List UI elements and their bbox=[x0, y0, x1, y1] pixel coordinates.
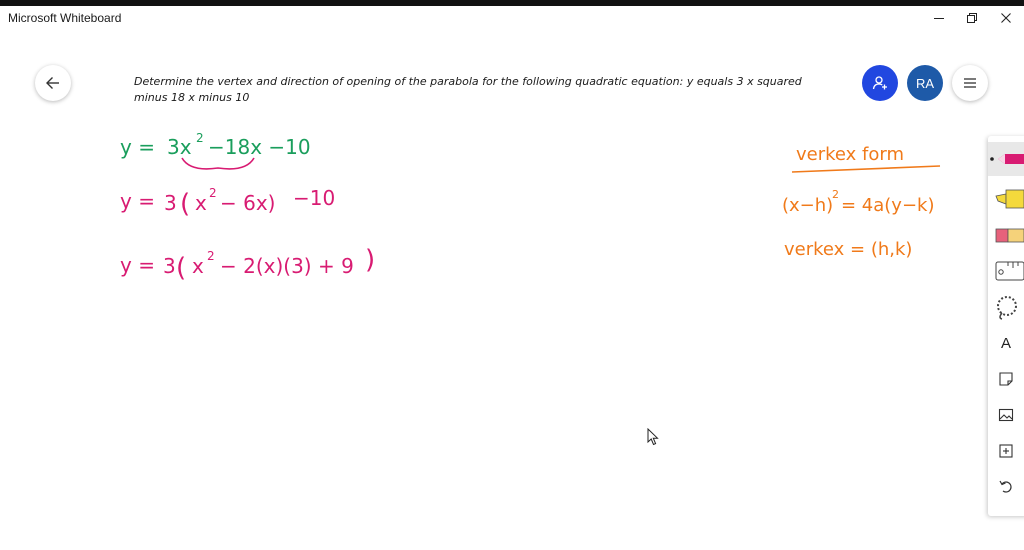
question-text: Determine the vertex and direction of op… bbox=[134, 75, 802, 104]
ink-pink2-close: ) bbox=[365, 245, 375, 275]
text-icon: A bbox=[1000, 334, 1011, 352]
text-tool[interactable]: A bbox=[988, 326, 1024, 360]
arrow-left-icon bbox=[46, 77, 59, 89]
ink-green-coef: 3x bbox=[167, 135, 192, 159]
back-button[interactable] bbox=[35, 65, 71, 101]
ink-pink1-tail: −10 bbox=[293, 186, 335, 210]
ink-pink2-open: ( bbox=[176, 253, 186, 283]
person-add-icon bbox=[872, 76, 887, 90]
ruler-tool[interactable] bbox=[988, 254, 1024, 288]
ink-underbrace bbox=[181, 157, 255, 170]
ink-pink2-rest: − 2(x)(3) + 9 bbox=[220, 254, 354, 278]
ink-orange-vertex: verkex = (h,k) bbox=[784, 239, 912, 260]
ink-pink2-base: x bbox=[192, 254, 204, 278]
ink-pink1-lhs: y = bbox=[120, 189, 155, 213]
ink-green-lhs: y = bbox=[120, 135, 155, 159]
undo-button[interactable] bbox=[988, 470, 1024, 504]
pen-tool[interactable] bbox=[988, 142, 1024, 176]
restore-button[interactable] bbox=[955, 6, 989, 30]
ink-pink1-coef: 3 bbox=[164, 191, 177, 215]
ink-orange-title: verkex form bbox=[796, 144, 904, 165]
title-bar: Microsoft Whiteboard bbox=[0, 6, 1024, 30]
app-title: Microsoft Whiteboard bbox=[8, 11, 122, 25]
highlighter-tool[interactable] bbox=[988, 182, 1024, 216]
ink-orange-formula-rest: = 4a(y−k) bbox=[841, 195, 935, 216]
whiteboard-canvas[interactable]: Determine the vertex and direction of op… bbox=[0, 30, 1024, 550]
ink-pink1-open: ( bbox=[180, 189, 190, 219]
menu-button[interactable] bbox=[952, 65, 988, 101]
ink-green-exponent: 2 bbox=[196, 131, 204, 145]
ink-orange-formula-base: (x−h) bbox=[782, 195, 833, 216]
add-icon bbox=[999, 444, 1013, 458]
ink-green-rest: −18x −10 bbox=[208, 135, 311, 159]
image-icon bbox=[998, 408, 1014, 422]
ink-orange-formula-exponent: 2 bbox=[832, 188, 839, 201]
ink-toolbar: A bbox=[988, 136, 1024, 516]
ink-layer: y = 3x 2 −18x −10 y = 3 ( x 2 − 6x) −10 … bbox=[120, 131, 941, 283]
add-tool[interactable] bbox=[988, 434, 1024, 468]
ink-pink2-coef: 3 bbox=[163, 254, 176, 278]
ink-pink2-exponent: 2 bbox=[207, 249, 215, 263]
ink-pink1-exponent: 2 bbox=[209, 186, 217, 200]
image-tool[interactable] bbox=[988, 398, 1024, 432]
highlighter-icon bbox=[995, 189, 1024, 209]
ink-pink2-lhs: y = bbox=[120, 253, 155, 277]
mouse-cursor-icon bbox=[647, 427, 659, 451]
ink-pink1-base: x bbox=[195, 191, 207, 215]
undo-icon bbox=[999, 480, 1012, 493]
close-icon bbox=[1001, 13, 1011, 23]
eraser-icon bbox=[995, 228, 1024, 243]
lasso-tool[interactable] bbox=[988, 290, 1024, 324]
minimize-button[interactable] bbox=[922, 6, 956, 30]
sticky-note-icon bbox=[999, 372, 1013, 386]
eraser-tool[interactable] bbox=[988, 218, 1024, 252]
invite-button[interactable] bbox=[862, 65, 898, 101]
lasso-icon bbox=[997, 296, 1017, 320]
restore-icon bbox=[967, 13, 977, 23]
pen-icon bbox=[990, 154, 1024, 164]
user-avatar[interactable]: RA bbox=[907, 65, 943, 101]
ink-pink1-rest: − 6x) bbox=[220, 191, 275, 215]
sticky-note-tool[interactable] bbox=[988, 362, 1024, 396]
hamburger-menu-icon bbox=[964, 78, 976, 88]
minimize-icon bbox=[934, 18, 944, 19]
close-button[interactable] bbox=[989, 6, 1023, 30]
ruler-icon bbox=[995, 261, 1024, 281]
ink-orange-underline bbox=[791, 165, 941, 173]
